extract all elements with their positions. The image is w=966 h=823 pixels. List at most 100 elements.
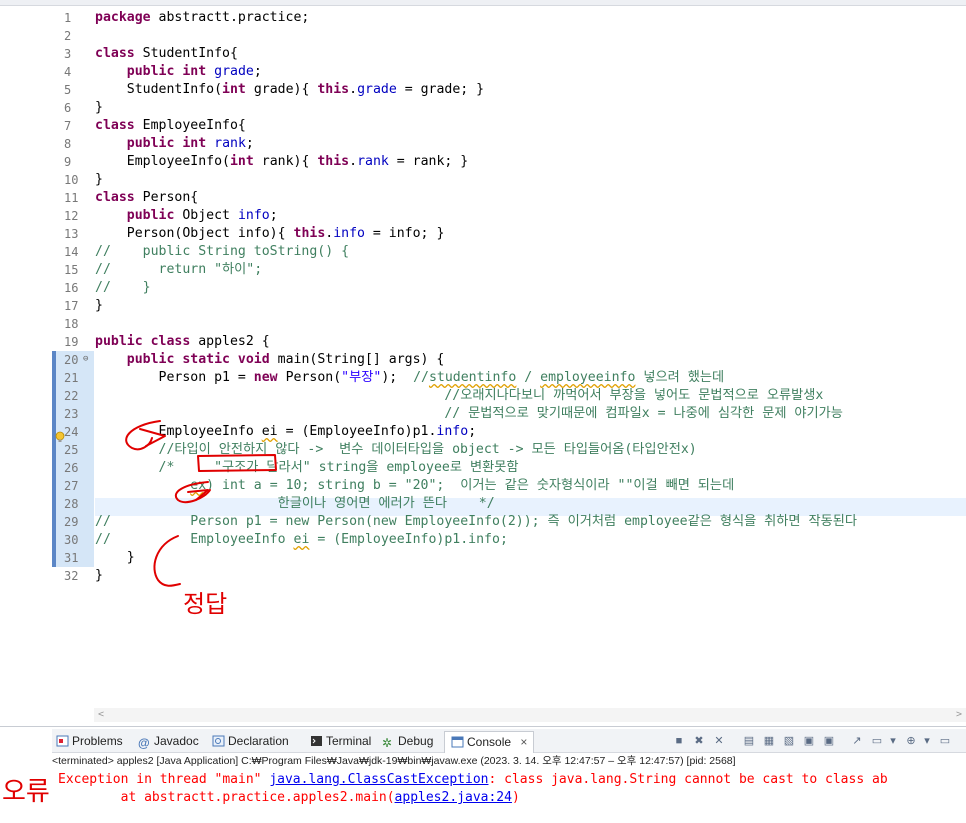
line-number: 8	[64, 137, 72, 151]
line-number: 17	[64, 299, 79, 313]
show-on-stdout-icon[interactable]: ▣	[802, 734, 816, 748]
close-icon[interactable]: ×	[520, 735, 527, 749]
code-line[interactable]: Person p1 = new Person("부장"); //studenti…	[95, 369, 725, 387]
line-number: 16	[64, 281, 79, 295]
console-status-line: <terminated> apples2 [Java Application] …	[52, 755, 736, 767]
code-line[interactable]: public Object info;	[95, 207, 278, 225]
line-number: 6	[64, 101, 72, 115]
code-line[interactable]: class StudentInfo{	[95, 45, 238, 63]
line-number: 10	[64, 173, 79, 187]
scroll-left-icon[interactable]: <	[98, 708, 104, 722]
trace-prefix: at abstractt.practice.apples2.main(	[58, 790, 395, 805]
line-number: 30	[52, 531, 94, 549]
code-line[interactable]: }	[95, 171, 103, 189]
line-number: 31	[52, 549, 94, 567]
line-number: 7	[64, 119, 72, 133]
line-number: 28	[52, 495, 94, 513]
line-number: 15	[64, 263, 79, 277]
terminal-icon	[311, 736, 322, 746]
code-line[interactable]: Person(Object info){ this.info = info; }	[95, 225, 445, 243]
code-line[interactable]: // EmployeeInfo ei = (EmployeeInfo)p1.in…	[95, 531, 508, 549]
tab-console-label: Console	[467, 735, 512, 749]
code-line[interactable]: public int rank;	[95, 135, 254, 153]
source-link[interactable]: apples2.java:24	[395, 790, 512, 805]
code-line[interactable]: StudentInfo(int grade){ this.grade = gra…	[95, 81, 484, 99]
code-line[interactable]: /* "구조가 달라서" string을 employee로 변환못함	[95, 459, 519, 477]
tab-terminal[interactable]: Terminal	[310, 732, 371, 750]
declaration-icon	[212, 735, 225, 747]
exception-link[interactable]: java.lang.ClassCastException	[269, 772, 488, 787]
code-line[interactable]: EmployeeInfo(int rank){ this.rank = rank…	[95, 153, 468, 171]
line-number: 18	[64, 317, 79, 331]
code-line[interactable]: //오래지나다보니 까먹어서 부장을 넣어도 문법적으로 오류발생x	[95, 387, 823, 405]
code-line[interactable]: ex) int a = 10; string b = "20"; 이거는 같은 …	[95, 477, 734, 495]
code-line[interactable]: //타입이 안전하지 않다 -> 변수 데이터타입을 object -> 모든 …	[95, 441, 697, 459]
line-number: 9	[64, 155, 72, 169]
warning-lightbulb-icon[interactable]	[54, 431, 66, 443]
tab-javadoc[interactable]: @ Javadoc	[138, 732, 199, 750]
tab-debug[interactable]: ✲ Debug	[382, 732, 433, 750]
scroll-right-icon[interactable]: >	[956, 708, 962, 722]
line-number: 19	[64, 335, 79, 349]
clear-console-icon[interactable]: ▤	[742, 734, 756, 748]
open-console-icon[interactable]: ⊕	[904, 734, 918, 748]
code-line[interactable]: // Person p1 = new Person(new EmployeeIn…	[95, 513, 857, 531]
console-panel: Problems @ Javadoc Declaration Terminal ✲…	[0, 726, 966, 823]
show-on-stderr-icon[interactable]: ▣	[822, 734, 836, 748]
line-number: 5	[64, 83, 72, 97]
code-line[interactable]: }	[95, 297, 103, 315]
code-line[interactable]: }	[95, 549, 135, 567]
tab-debug-label: Debug	[398, 734, 434, 748]
line-number: 11	[64, 191, 79, 205]
tab-declaration[interactable]: Declaration	[212, 732, 289, 750]
editor-horizontal-scrollbar[interactable]: < >	[94, 708, 966, 722]
remove-launch-icon[interactable]: ✖	[692, 734, 706, 748]
minimize-icon[interactable]: ▭	[938, 734, 952, 748]
code-line[interactable]: // 문법적으로 맞기때문에 컴파일x = 나중에 심각한 문제 야기가능	[95, 405, 843, 423]
code-line[interactable]: // public String toString() {	[95, 243, 349, 261]
error-suffix: : class java.lang.String cannot be cast …	[488, 772, 888, 787]
problems-icon	[56, 735, 69, 747]
code-line[interactable]: }	[95, 99, 103, 117]
code-line[interactable]: package abstractt.practice;	[95, 9, 309, 27]
line-number: 23	[52, 405, 94, 423]
code-line[interactable]: // return "하이";	[95, 261, 262, 279]
code-line[interactable]: class EmployeeInfo{	[95, 117, 246, 135]
line-number: 32	[64, 569, 79, 583]
code-editor[interactable]: 1 2 3 4 5 6 7 8 9 10 11 12 13 14 15 16 17 18 19 20 ⊖ 21 22 23 24…	[0, 6, 966, 722]
code-line[interactable]: public class apples2 {	[95, 333, 270, 351]
trace-suffix: )	[511, 790, 520, 805]
remove-all-terminated-icon[interactable]: ✕	[712, 734, 726, 748]
tab-terminal-label: Terminal	[326, 734, 372, 748]
tab-declaration-label: Declaration	[228, 734, 289, 748]
tab-problems[interactable]: Problems	[56, 732, 123, 750]
pin-console-icon[interactable]: ↗	[850, 734, 864, 748]
display-selected-console-icon[interactable]: ▭	[870, 734, 884, 748]
code-line[interactable]: EmployeeInfo ei = (EmployeeInfo)p1.info;	[95, 423, 477, 441]
open-console-dropdown-icon[interactable]: ▾	[920, 734, 934, 748]
console-trace-line: at abstractt.practice.apples2.main(apple…	[58, 789, 520, 807]
fold-collapse-icon[interactable]: ⊖	[83, 354, 88, 364]
code-line[interactable]: }	[95, 567, 103, 585]
line-number-gutter: 1 2 3 4 5 6 7 8 9 10 11 12 13 14 15 16 17 18 19 20 ⊖ 21 22 23 24…	[0, 6, 94, 706]
line-number: 22	[52, 387, 94, 405]
code-line[interactable]: // }	[95, 279, 151, 297]
word-wrap-icon[interactable]: ▧	[782, 734, 796, 748]
line-number: 27	[52, 477, 94, 495]
line-number: 29	[52, 513, 94, 531]
console-icon	[451, 736, 464, 748]
tab-console[interactable]: Console ×	[444, 731, 535, 753]
terminate-icon[interactable]: ■	[672, 734, 686, 748]
code-line[interactable]: public int grade;	[95, 63, 262, 81]
scroll-lock-icon[interactable]: ▦	[762, 734, 776, 748]
display-dropdown-icon[interactable]: ▾	[886, 734, 900, 748]
line-number: 13	[64, 227, 79, 241]
code-line[interactable]: public static void main(String[] args) {	[95, 351, 445, 369]
console-error-line: Exception in thread "main" java.lang.Cla…	[58, 771, 888, 789]
code-line[interactable]: 한글이나 영어면 에러가 뜬다 */	[95, 495, 495, 513]
tab-problems-label: Problems	[72, 734, 123, 748]
javadoc-icon: @	[138, 736, 150, 750]
code-line[interactable]: class Person{	[95, 189, 198, 207]
line-number: 3	[64, 47, 72, 61]
line-number: 12	[64, 209, 79, 223]
